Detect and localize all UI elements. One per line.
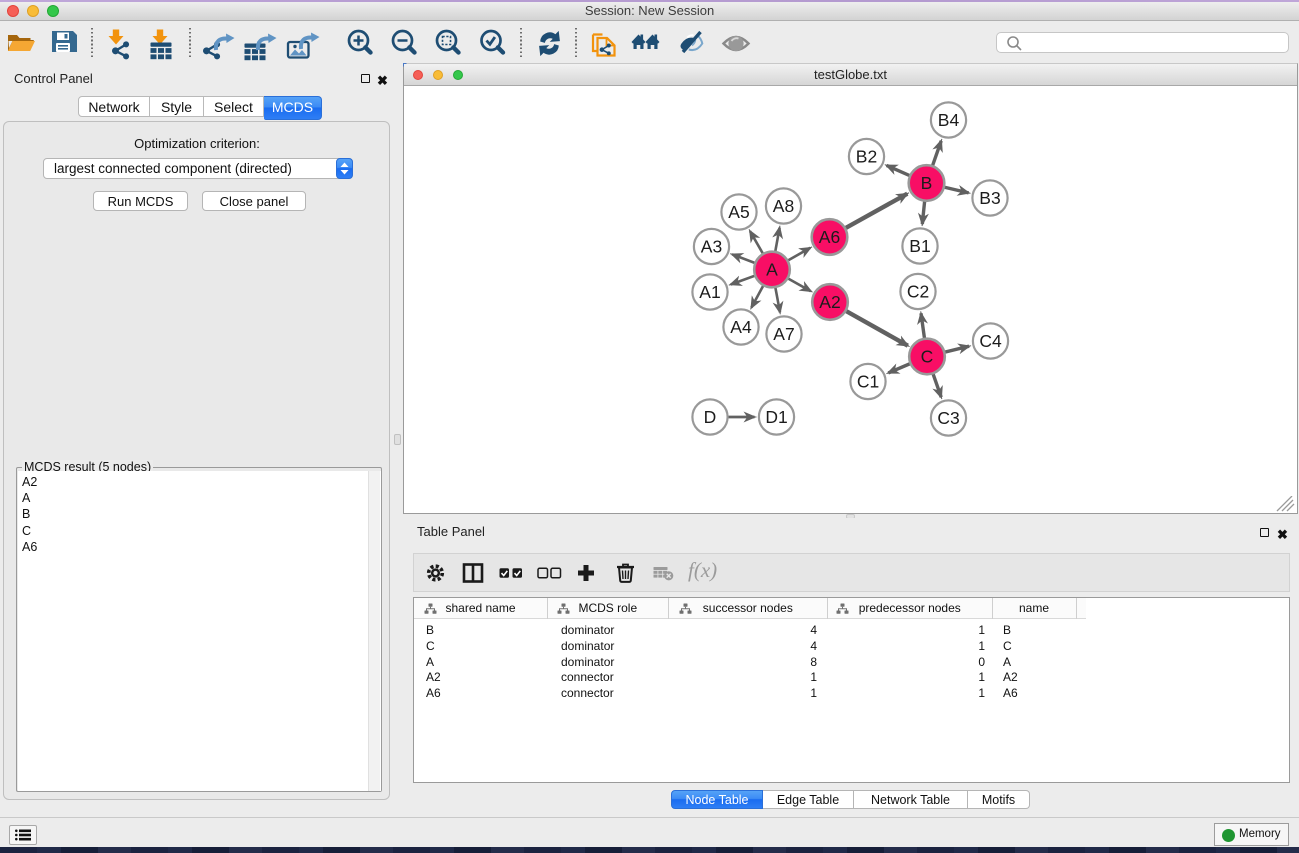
svg-text:B3: B3 <box>979 188 1000 208</box>
svg-text:A3: A3 <box>701 237 722 257</box>
svg-text:C: C <box>921 347 934 367</box>
svg-text:C2: C2 <box>907 282 929 302</box>
svg-text:D1: D1 <box>765 407 787 427</box>
svg-text:A: A <box>766 260 778 280</box>
svg-text:A7: A7 <box>773 324 794 344</box>
svg-text:D: D <box>704 407 717 427</box>
svg-text:A8: A8 <box>773 196 794 216</box>
svg-text:A2: A2 <box>819 292 840 312</box>
svg-text:C4: C4 <box>979 331 1002 351</box>
svg-text:C3: C3 <box>937 408 959 428</box>
svg-text:B1: B1 <box>909 236 930 256</box>
svg-text:B2: B2 <box>856 147 877 167</box>
svg-text:B: B <box>921 173 933 193</box>
svg-text:A6: A6 <box>819 227 840 247</box>
svg-text:C1: C1 <box>857 372 879 392</box>
svg-text:A1: A1 <box>699 282 720 302</box>
svg-text:A5: A5 <box>728 202 749 222</box>
svg-text:B4: B4 <box>938 110 960 130</box>
svg-text:A4: A4 <box>730 317 752 337</box>
